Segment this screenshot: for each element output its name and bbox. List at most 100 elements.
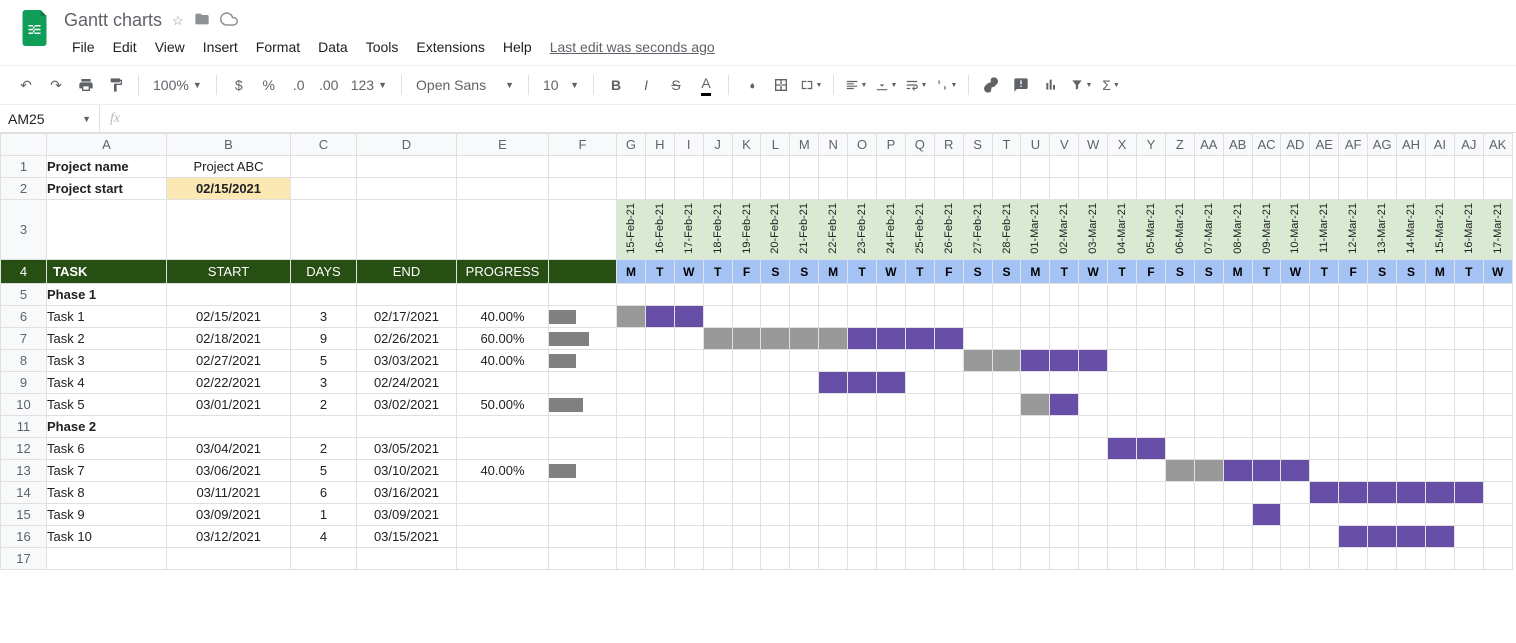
cell[interactable] <box>963 306 992 328</box>
row-header[interactable]: 2 <box>1 178 47 200</box>
cell[interactable] <box>732 178 761 200</box>
cell[interactable]: 18-Feb-21 <box>703 200 732 260</box>
cell[interactable] <box>1252 526 1281 548</box>
cell[interactable]: 15-Mar-21 <box>1425 200 1454 260</box>
col-header[interactable]: A <box>47 134 167 156</box>
cell[interactable] <box>549 178 617 200</box>
cell[interactable]: M <box>1425 260 1454 284</box>
cell[interactable] <box>848 306 877 328</box>
cell[interactable] <box>1252 548 1281 570</box>
cell[interactable] <box>549 460 617 482</box>
cell[interactable] <box>617 306 646 328</box>
cell[interactable]: 11-Mar-21 <box>1310 200 1339 260</box>
cell[interactable] <box>1137 178 1166 200</box>
cell[interactable] <box>1137 328 1166 350</box>
cell[interactable] <box>1281 460 1310 482</box>
cell[interactable] <box>549 548 617 570</box>
cell[interactable] <box>1252 416 1281 438</box>
cell[interactable]: 03/11/2021 <box>167 482 291 504</box>
col-header[interactable]: AJ <box>1454 134 1483 156</box>
cell[interactable] <box>1252 328 1281 350</box>
cell[interactable] <box>1108 156 1137 178</box>
cell[interactable] <box>790 416 819 438</box>
cell[interactable] <box>1079 482 1108 504</box>
cell[interactable]: 20-Feb-21 <box>761 200 790 260</box>
cell[interactable] <box>703 178 732 200</box>
cell[interactable] <box>1050 178 1079 200</box>
cell[interactable] <box>1165 306 1194 328</box>
cell[interactable] <box>47 548 167 570</box>
cell[interactable] <box>934 548 963 570</box>
cell[interactable]: 03/05/2021 <box>357 438 457 460</box>
cell[interactable] <box>1050 284 1079 306</box>
cell[interactable]: 27-Feb-21 <box>963 200 992 260</box>
cell[interactable] <box>703 284 732 306</box>
menu-view[interactable]: View <box>147 35 193 59</box>
cell[interactable] <box>761 460 790 482</box>
cell[interactable] <box>1079 306 1108 328</box>
cell[interactable] <box>1165 416 1194 438</box>
col-header[interactable]: T <box>992 134 1021 156</box>
row-header[interactable]: 13 <box>1 460 47 482</box>
cell[interactable] <box>1165 526 1194 548</box>
name-box[interactable]: AM25▼ <box>0 105 100 132</box>
cell[interactable] <box>934 350 963 372</box>
cell[interactable] <box>703 504 732 526</box>
cell[interactable]: 03/10/2021 <box>357 460 457 482</box>
cell[interactable] <box>1137 482 1166 504</box>
cell[interactable] <box>761 306 790 328</box>
cell[interactable] <box>819 438 848 460</box>
cell[interactable] <box>1252 350 1281 372</box>
cell[interactable] <box>1079 504 1108 526</box>
cell[interactable] <box>877 394 906 416</box>
cell[interactable] <box>1397 328 1426 350</box>
cell[interactable] <box>1223 394 1252 416</box>
cell[interactable]: T <box>905 260 934 284</box>
cell[interactable] <box>1454 178 1483 200</box>
cell[interactable] <box>1425 156 1454 178</box>
cell[interactable] <box>1368 526 1397 548</box>
cell[interactable] <box>877 156 906 178</box>
cell[interactable] <box>1194 328 1223 350</box>
cell[interactable] <box>1021 284 1050 306</box>
cell[interactable] <box>848 526 877 548</box>
cell[interactable] <box>1454 416 1483 438</box>
row-header[interactable]: 9 <box>1 372 47 394</box>
cell[interactable]: 02/15/2021 <box>167 178 291 200</box>
cell[interactable] <box>1021 372 1050 394</box>
cell[interactable] <box>790 438 819 460</box>
cell[interactable] <box>1108 394 1137 416</box>
cell[interactable]: S <box>1397 260 1426 284</box>
cell[interactable] <box>1425 284 1454 306</box>
cell[interactable] <box>934 526 963 548</box>
cell[interactable] <box>1252 482 1281 504</box>
cell[interactable] <box>1079 394 1108 416</box>
cell[interactable] <box>1483 156 1512 178</box>
cell[interactable] <box>1021 526 1050 548</box>
cell[interactable]: PROGRESS <box>457 260 549 284</box>
cell[interactable] <box>1223 306 1252 328</box>
cell[interactable] <box>617 178 646 200</box>
cell[interactable] <box>549 284 617 306</box>
cell[interactable]: T <box>1252 260 1281 284</box>
cell[interactable] <box>1310 372 1339 394</box>
cell[interactable] <box>167 416 291 438</box>
cell[interactable] <box>1368 350 1397 372</box>
cell[interactable] <box>905 460 934 482</box>
cell[interactable] <box>1108 328 1137 350</box>
cell[interactable] <box>1483 438 1512 460</box>
cell[interactable] <box>1223 284 1252 306</box>
cell[interactable] <box>905 482 934 504</box>
cell[interactable] <box>617 350 646 372</box>
cell[interactable]: 10-Mar-21 <box>1281 200 1310 260</box>
row-header[interactable]: 14 <box>1 482 47 504</box>
cell[interactable] <box>1223 156 1252 178</box>
comment-button[interactable] <box>1007 71 1035 99</box>
cell[interactable] <box>732 460 761 482</box>
merge-button[interactable] <box>797 71 825 99</box>
cell[interactable] <box>819 504 848 526</box>
cell[interactable] <box>617 460 646 482</box>
halign-button[interactable] <box>842 71 870 99</box>
cell[interactable] <box>1454 394 1483 416</box>
cell[interactable] <box>992 460 1021 482</box>
